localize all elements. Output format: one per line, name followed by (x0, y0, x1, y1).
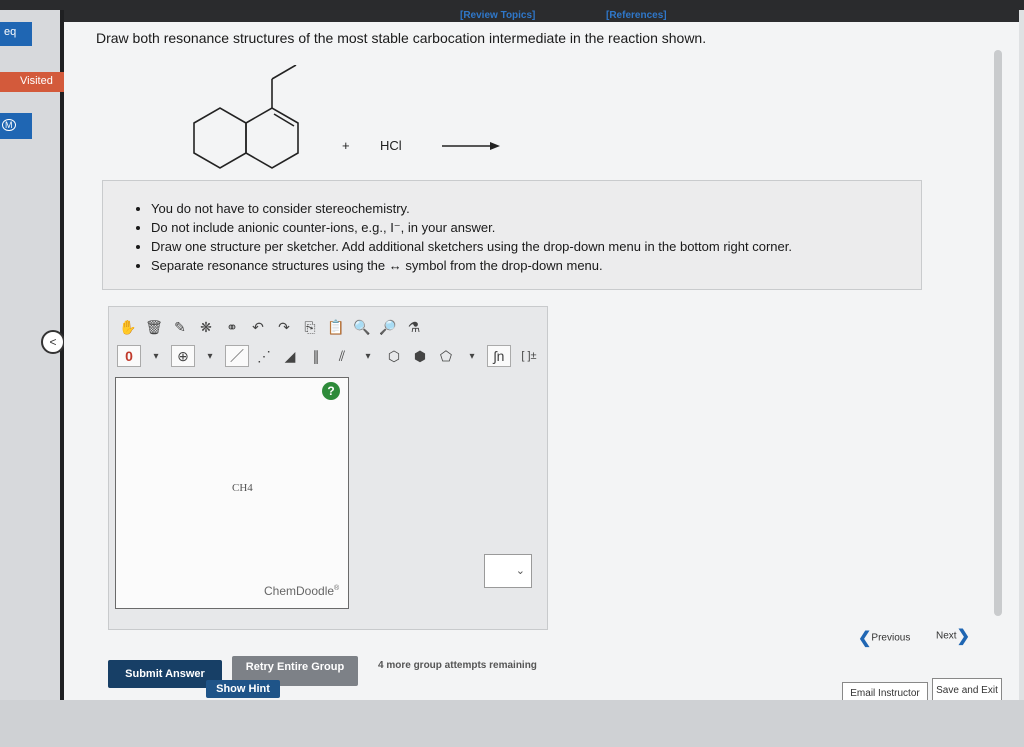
help-icon[interactable]: ? (322, 382, 340, 400)
single-bond-icon[interactable]: ／ (225, 345, 249, 367)
pentagon-ring-icon[interactable]: ⬠ (435, 346, 457, 366)
plus-sign: + (342, 138, 350, 153)
sketcher-panel: ✋ 🗑 ✎ ❋ ⚭ ↶ ↷ ⎘ 📋 🔍 🔎 ⚗ 0 ▾ ⊕ ▾ ／ ⋰ ◢ ∥ … (108, 306, 548, 630)
instruction-item: Separate resonance structures using the … (151, 258, 921, 274)
chemdoodle-trademark: ® (334, 585, 340, 592)
copy-icon[interactable]: ⎘ (299, 317, 321, 337)
clear-icon[interactable]: 🗑 (143, 317, 165, 337)
wedge-bond-icon[interactable]: ◢ (279, 346, 301, 366)
benzene-ring-icon[interactable]: ⬡ (383, 346, 405, 366)
attempts-remaining: 4 more group attempts remaining (378, 660, 537, 671)
instruction-item: Do not include anionic counter-ions, e.g… (151, 220, 921, 236)
side-tab-m[interactable]: M (0, 113, 32, 139)
question-text: Draw both resonance structures of the mo… (96, 30, 707, 46)
instructions-panel: You do not have to consider stereochemis… (102, 180, 922, 290)
redo-icon[interactable]: ↷ (273, 317, 295, 337)
triple-bond-icon[interactable]: ⫽ (331, 346, 353, 366)
sgroup-icon[interactable]: ʃn (487, 345, 511, 367)
dropdown-caret-icon[interactable]: ▾ (357, 346, 379, 366)
sketcher-toolbar-bottom: 0 ▾ ⊕ ▾ ／ ⋰ ◢ ∥ ⫽ ▾ ⬡ ⬢ ⬠ ▾ ʃn [ ]± (117, 345, 543, 367)
eraser-icon[interactable]: ✎ (169, 317, 191, 337)
side-tab-eq-label: eq (4, 26, 17, 38)
bracket-charge-icon[interactable]: [ ]± (515, 346, 543, 366)
reagent-label: HCl (380, 138, 402, 153)
dropdown-caret-icon[interactable]: ▾ (461, 346, 483, 366)
bottom-bezel (0, 700, 1024, 747)
charge-plus-icon[interactable]: ⊕ (171, 345, 195, 367)
next-button[interactable]: Next❯ (936, 626, 970, 646)
clean-icon[interactable]: ⚗ (403, 317, 425, 337)
dropdown-caret-icon[interactable]: ▾ (199, 346, 221, 366)
chemdoodle-brand: ChemDoodle (264, 584, 335, 598)
side-tab-eq[interactable]: eq (0, 22, 32, 46)
atom-label-selector[interactable]: 0 (117, 345, 141, 367)
instruction-item: Draw one structure per sketcher. Add add… (151, 239, 921, 255)
chevron-left-icon: ❮ (858, 630, 872, 647)
assignment-screen: [Review Topics] [References] Draw both r… (64, 10, 1019, 706)
references-link[interactable]: [References] (606, 10, 667, 22)
side-tab-visited-label: Visited (20, 75, 53, 87)
hashed-bond-icon[interactable]: ⋰ (253, 346, 275, 366)
double-bond-icon[interactable]: ∥ (305, 346, 327, 366)
hexagon-ring-icon[interactable]: ⬢ (409, 346, 431, 366)
lasso-icon[interactable]: ⚭ (221, 317, 243, 337)
side-tab-m-label: M (2, 119, 16, 131)
collapse-panel-button[interactable]: < (41, 330, 65, 354)
chemdoodle-logo: ChemDoodle® (264, 584, 339, 598)
bezel-top (0, 0, 1024, 10)
sketcher-canvas[interactable]: ? CH4 ChemDoodle® (115, 377, 349, 609)
scrollbar[interactable] (994, 50, 1002, 616)
undo-icon[interactable]: ↶ (247, 317, 269, 337)
zoom-in-icon[interactable]: 🔍 (351, 317, 373, 337)
ring-template-icon[interactable]: ❋ (195, 317, 217, 337)
zoom-out-icon[interactable]: 🔎 (377, 317, 399, 337)
hand-tool-icon[interactable]: ✋ (117, 317, 139, 337)
previous-label: Previous (871, 632, 911, 644)
review-topics-link[interactable]: [Review Topics] (460, 10, 535, 22)
reaction-arrow (442, 142, 500, 150)
reaction-scheme: + HCl (190, 64, 520, 185)
sketcher-options-dropdown[interactable]: ⌄ (484, 554, 532, 588)
chevron-down-icon: ⌄ (515, 565, 525, 577)
paste-icon[interactable]: 📋 (325, 317, 347, 337)
instruction-item: You do not have to consider stereochemis… (151, 201, 921, 217)
dropdown-caret-icon[interactable]: ▾ (145, 346, 167, 366)
next-label: Next (936, 630, 957, 642)
top-bar: [Review Topics] [References] (64, 10, 1019, 22)
molecule-label: CH4 (232, 482, 253, 494)
show-hint-button[interactable]: Show Hint (206, 680, 280, 698)
instructions-list: You do not have to consider stereochemis… (133, 201, 921, 274)
sketcher-toolbar-top: ✋ 🗑 ✎ ❋ ⚭ ↶ ↷ ⎘ 📋 🔍 🔎 ⚗ (117, 317, 425, 337)
reactant-structure: + HCl (193, 64, 500, 169)
previous-button[interactable]: ❮Previous (858, 628, 910, 648)
chevron-right-icon: ❯ (956, 628, 970, 645)
submit-answer-button[interactable]: Submit Answer (108, 660, 222, 688)
